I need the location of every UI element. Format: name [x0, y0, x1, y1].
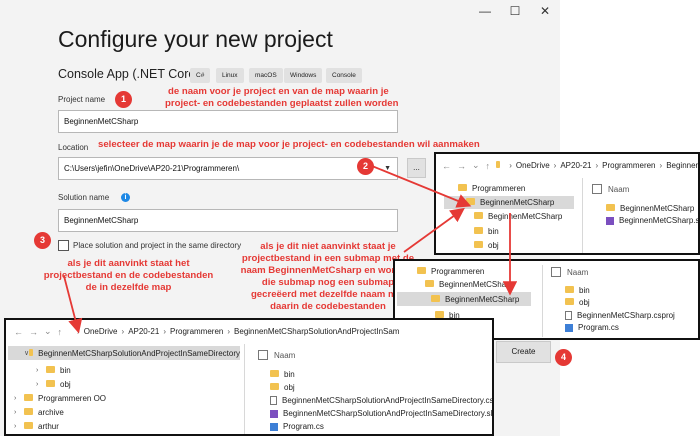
annotation-arrows: [63, 165, 518, 334]
arrow-checked-to-explorer: [63, 275, 83, 334]
arrow-location-to-folder: [371, 165, 472, 208]
arrow-unchecked-to-folder: [403, 207, 465, 253]
